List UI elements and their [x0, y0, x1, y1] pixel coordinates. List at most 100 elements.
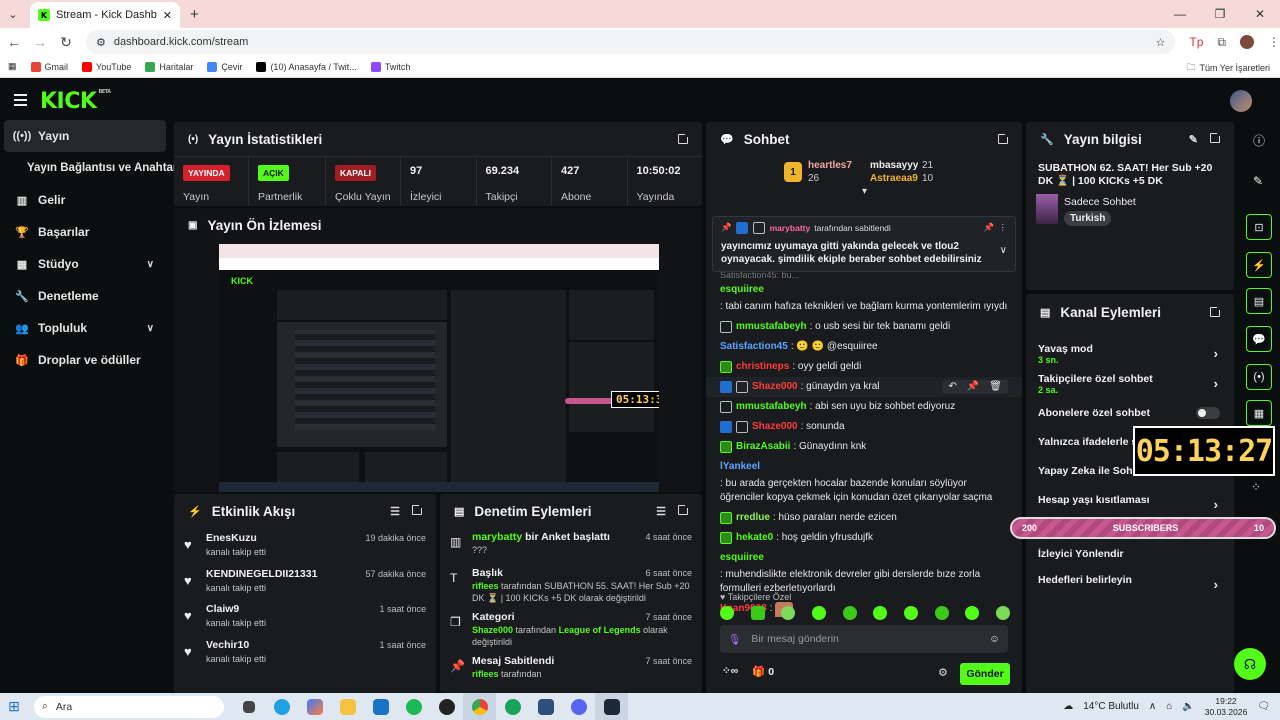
popout-icon[interactable]	[998, 132, 1010, 144]
rail-button-bolt[interactable]: ⚡	[1246, 252, 1272, 278]
expand-icon[interactable]: ▾	[862, 186, 867, 197]
edit-icon[interactable]: ✎	[1189, 133, 1198, 146]
mic-icon[interactable]: 🎙	[728, 633, 741, 646]
stream-preview-video[interactable]: KICK 05:13:32	[219, 244, 659, 492]
sidebar-item-yayin[interactable]: ((•)) Yayın	[4, 120, 166, 152]
kick-logo[interactable]: KICK BETA	[40, 89, 111, 114]
more-icon[interactable]: ⋮	[999, 222, 1008, 233]
app-icon[interactable]	[496, 693, 529, 720]
edit-icon[interactable]: ✎	[1253, 174, 1263, 188]
forward-icon[interactable]: →	[28, 34, 52, 50]
copilot-icon[interactable]	[298, 693, 331, 720]
action-raid[interactable]: İzleyici Yönlendir	[1026, 548, 1234, 574]
action-slow-mode[interactable]: Yavaş mod 3 sn. ›	[1026, 343, 1234, 373]
taskbar-search[interactable]: ⌕ Ara	[34, 695, 224, 718]
bookmark-star-icon[interactable]: ☆	[1156, 36, 1166, 49]
bookmark-item[interactable]: Gmail	[30, 61, 68, 72]
minimize-icon[interactable]: —	[1160, 0, 1200, 28]
infinity-icon[interactable]: ⁘∞	[722, 665, 738, 678]
emote-icon[interactable]	[934, 606, 949, 620]
hamburger-menu-icon[interactable]	[14, 94, 27, 106]
emote-icon[interactable]	[873, 606, 888, 620]
reload-icon[interactable]: ↻	[54, 34, 78, 51]
all-bookmarks[interactable]: 🗀 Tüm Yer İşaretleri	[1186, 60, 1270, 76]
filter-icon[interactable]: ☰	[390, 505, 400, 518]
tab-close-icon[interactable]: ✕	[163, 9, 172, 22]
pin-icon[interactable]: 📌	[967, 380, 979, 394]
popout-icon[interactable]	[1210, 305, 1222, 317]
emote-icon[interactable]	[842, 606, 857, 620]
site-info-icon[interactable]: ⚙	[96, 36, 106, 49]
obs-icon[interactable]	[430, 693, 463, 720]
tray-chevron-icon[interactable]: ∧	[1149, 701, 1156, 712]
steam-icon[interactable]	[595, 693, 628, 720]
rail-button-doc[interactable]: ▤	[1246, 288, 1272, 314]
send-button[interactable]: Gönder	[960, 663, 1010, 685]
link-icon[interactable]: ⁘	[1251, 480, 1261, 494]
unpin-icon[interactable]: 📌	[984, 222, 995, 233]
settings-icon[interactable]: ⚙	[938, 666, 948, 679]
spotify-icon[interactable]	[397, 693, 430, 720]
mail-icon[interactable]	[364, 693, 397, 720]
popout-icon[interactable]	[412, 502, 424, 515]
info-icon[interactable]: ⓘ	[1253, 132, 1265, 149]
apps-grid-icon[interactable]: ▦	[8, 61, 17, 72]
network-icon[interactable]: ⌂	[1166, 701, 1172, 712]
popout-icon[interactable]	[678, 132, 690, 144]
rail-button-chat[interactable]: 💬	[1246, 326, 1272, 352]
support-button[interactable]: ☊	[1234, 648, 1266, 680]
chat-input[interactable]: 🎙 Bir mesaj gönderin ☺	[720, 625, 1008, 653]
puzzle-icon[interactable]: ⧉	[1217, 35, 1226, 50]
restore-icon[interactable]: ❐	[1200, 0, 1240, 28]
profile-avatar[interactable]	[1239, 35, 1254, 49]
bookmark-item[interactable]: Twitch	[370, 61, 410, 72]
discord-icon[interactable]	[562, 693, 595, 720]
sidebar-item-basarilar[interactable]: 🏆 Başarılar	[0, 216, 170, 248]
reply-icon[interactable]: ↶	[948, 380, 956, 394]
more-menu-icon[interactable]: ⋮	[1268, 35, 1280, 49]
windows-start-icon[interactable]: ⊞	[0, 698, 28, 715]
emote-icon[interactable]	[995, 606, 1010, 620]
emote-icon[interactable]	[781, 606, 796, 620]
edge-icon[interactable]	[265, 693, 298, 720]
clock[interactable]: 19:22 30.03.2026	[1205, 696, 1248, 718]
chrome-icon[interactable]	[463, 693, 496, 720]
emote-icon[interactable]	[811, 606, 826, 620]
trash-icon[interactable]: 🗑	[989, 380, 1002, 394]
sidebar-item-denetleme[interactable]: 🔧 Denetleme	[0, 280, 170, 312]
url-field[interactable]: ⚙ dashboard.kick.com/stream ☆	[85, 30, 1176, 54]
emote-icon[interactable]	[965, 606, 980, 620]
bookmark-item[interactable]: (10) Anasayfa / Twit...	[256, 61, 357, 72]
user-avatar[interactable]	[1230, 90, 1252, 112]
rail-button-channel[interactable]: ▦	[1246, 400, 1272, 426]
close-window-icon[interactable]: ✕	[1240, 0, 1280, 28]
browser-tab[interactable]: K Stream - Kick Dashboard ✕	[30, 2, 180, 28]
filter-icon[interactable]: ☰	[656, 505, 666, 518]
emote-icon[interactable]	[720, 606, 734, 620]
sidebar-item-topluluk[interactable]: 👥 Topluluk ∨	[0, 312, 170, 344]
action-goals[interactable]: Hedefleri belirleyin ›	[1026, 574, 1234, 600]
action-follower-only[interactable]: Takipçilere özel sohbet 2 sa. ›	[1026, 373, 1234, 407]
bookmark-item[interactable]: Çevir	[207, 61, 242, 72]
weather-text[interactable]: 14°C Bulutlu	[1083, 701, 1139, 712]
rail-button-broadcast[interactable]: (•)	[1246, 364, 1272, 390]
emoji-icon[interactable]: ☺	[989, 633, 1000, 645]
extension-icon[interactable]: Tp	[1189, 35, 1203, 49]
app-icon[interactable]	[529, 693, 562, 720]
new-tab-icon[interactable]: +	[190, 6, 199, 23]
task-view-icon[interactable]	[232, 693, 265, 720]
notification-icon[interactable]: 🗨	[1257, 701, 1270, 712]
chevron-down-icon[interactable]: ∨	[1000, 245, 1007, 256]
sub-only-toggle[interactable]	[1196, 407, 1220, 419]
volume-icon[interactable]: 🔈	[1182, 701, 1194, 712]
tab-search-icon[interactable]: ⌄	[0, 0, 26, 28]
sidebar-item-gelir[interactable]: ▥ Gelir	[0, 184, 170, 216]
popout-icon[interactable]	[678, 502, 690, 515]
rail-button-scan[interactable]: ⊡	[1246, 214, 1272, 240]
sidebar-item-droplar[interactable]: 🎁 Droplar ve ödüller	[0, 344, 170, 376]
popout-icon[interactable]	[1210, 130, 1222, 143]
back-icon[interactable]: ←	[2, 34, 26, 50]
bookmark-item[interactable]: Haritalar	[145, 61, 193, 72]
explorer-icon[interactable]	[331, 693, 364, 720]
sidebar-item-stream-key[interactable]: Yayın Bağlantısı ve Anahtarı	[0, 152, 181, 184]
